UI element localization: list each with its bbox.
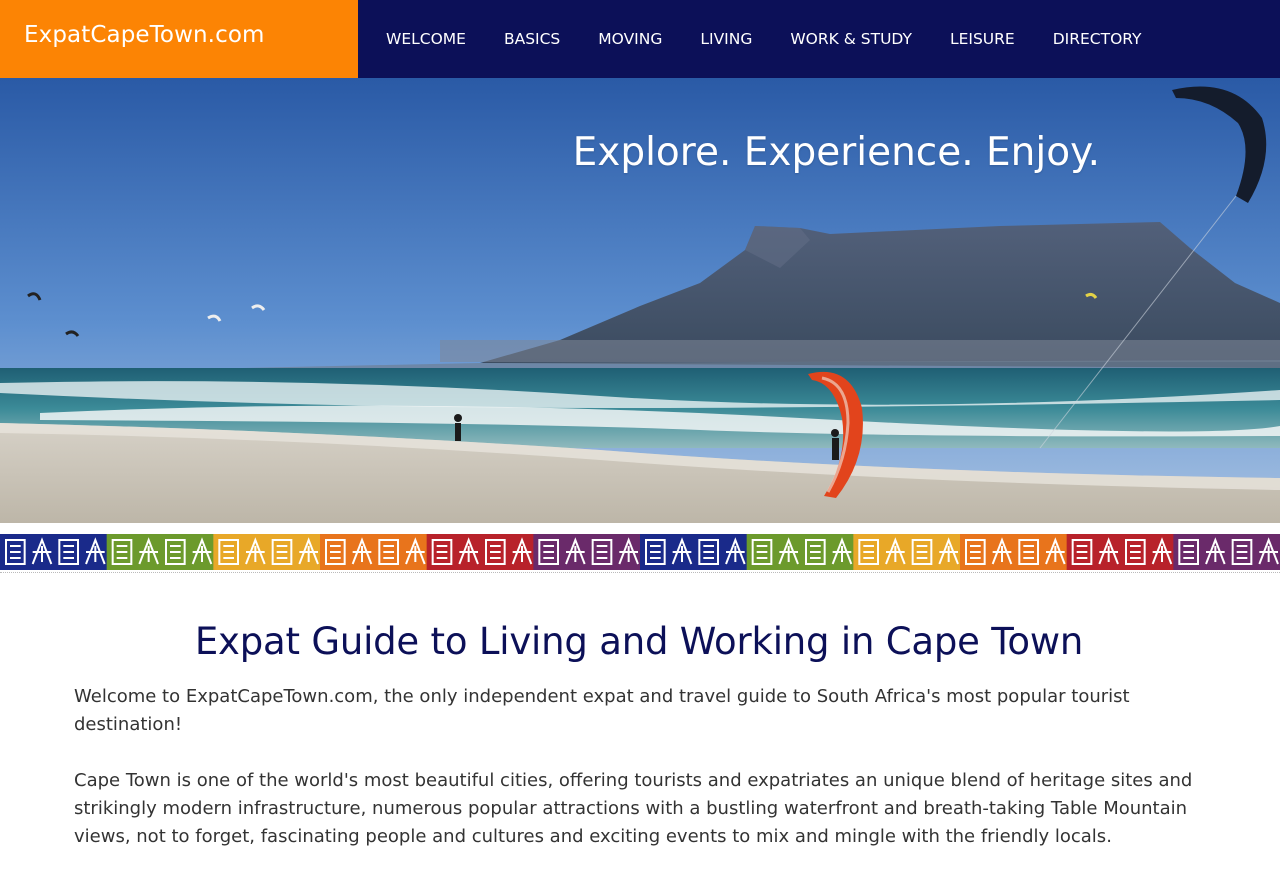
site-logo-text[interactable]: ExpatCapeTown.com xyxy=(24,22,265,48)
body-paragraph: Cape Town is one of the world's most bea… xyxy=(74,770,1193,847)
nav-item-living[interactable]: LIVING xyxy=(681,0,771,78)
main-content: Expat Guide to Living and Working in Cap… xyxy=(74,575,1204,851)
nav-item-directory[interactable]: DIRECTORY xyxy=(1034,0,1161,78)
pattern-strip xyxy=(0,534,1280,570)
nav-item-moving[interactable]: MOVING xyxy=(579,0,681,78)
nav-item-welcome[interactable]: WELCOME xyxy=(358,0,485,78)
intro-paragraph: Welcome to ExpatCapeTown.com, the only i… xyxy=(74,686,1130,735)
site-logo[interactable]: ExpatCapeTown.com xyxy=(0,0,358,78)
divider xyxy=(0,572,1280,573)
nav-item-basics[interactable]: BASICS xyxy=(485,0,579,78)
african-pattern-border xyxy=(0,523,1280,575)
hero-banner: Explore. Experience. Enjoy. xyxy=(0,78,1280,523)
hero-tagline: Explore. Experience. Enjoy. xyxy=(572,130,1100,175)
site-header: ExpatCapeTown.com WELCOME BASICS MOVING … xyxy=(0,0,1280,78)
main-nav: WELCOME BASICS MOVING LIVING WORK & STUD… xyxy=(358,0,1161,78)
page-title: Expat Guide to Living and Working in Cap… xyxy=(194,620,1084,663)
nav-item-leisure[interactable]: LEISURE xyxy=(931,0,1034,78)
nav-item-work-study[interactable]: WORK & STUDY xyxy=(771,0,931,78)
